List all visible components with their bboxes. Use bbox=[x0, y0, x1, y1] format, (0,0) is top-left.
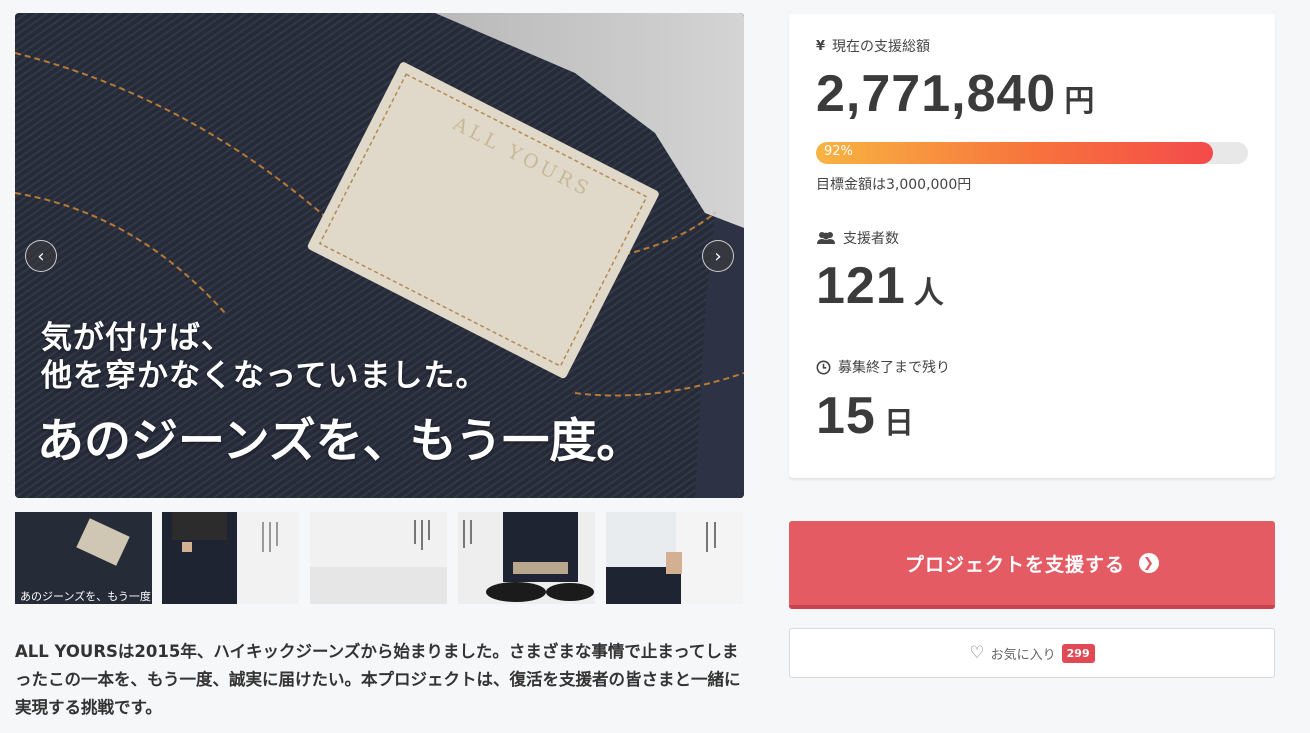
svg-text:あのジーンズを、もう一度: あのジーンズを、もう一度 bbox=[20, 589, 151, 603]
backers-count: 121 人 bbox=[816, 257, 945, 315]
arrow-circle-right-icon: ❯ bbox=[1139, 553, 1159, 573]
chevron-left-icon: ‹ bbox=[37, 245, 45, 267]
hero-line-2: 他を穿かなくなっていました。 bbox=[41, 358, 488, 394]
thumbnail-1[interactable]: あのジーンズを、もう一度 bbox=[15, 512, 152, 604]
users-icon bbox=[817, 232, 835, 244]
thumbnail-3[interactable] bbox=[310, 512, 447, 604]
thumbnail-5[interactable] bbox=[606, 512, 743, 604]
support-project-button[interactable]: プロジェクトを支援する ❯ bbox=[789, 521, 1275, 609]
yen-icon: ¥ bbox=[816, 38, 826, 54]
goal-amount: 目標金額は3,000,000円 bbox=[816, 177, 972, 193]
favorite-count-badge: 299 bbox=[1061, 643, 1095, 663]
chevron-right-icon: › bbox=[714, 245, 722, 267]
prev-image-button[interactable]: ‹ bbox=[25, 240, 57, 272]
thumbnail-strip: あのジーンズを、もう一度 bbox=[15, 512, 744, 604]
total-amount: 2,771,840 円 bbox=[816, 65, 1096, 123]
main-project-image: ALL YOURS 気が付けば、 他を穿かなくなっていました。 あのジーンズを、… bbox=[15, 13, 744, 498]
clock-icon bbox=[816, 360, 831, 374]
progress-fill bbox=[816, 142, 1214, 164]
next-image-button[interactable]: › bbox=[702, 240, 734, 272]
total-label: ¥ 現在の支援総額 bbox=[816, 38, 931, 56]
remaining-label: 募集終了まで残り bbox=[816, 357, 950, 377]
days-remaining: 15 日 bbox=[816, 387, 915, 445]
funding-stats-card: ¥ 現在の支援総額 2,771,840 円 92% 目標金額は3,000,000円… bbox=[789, 14, 1275, 478]
thumbnail-2[interactable] bbox=[162, 512, 299, 604]
project-description: ALL YOURSは2015年、ハイキックジーンズから始まりました。さまざまな事… bbox=[15, 642, 741, 717]
funding-progress-bar: 92% bbox=[816, 142, 1248, 164]
favorite-button[interactable]: ♡ お気に入り 299 bbox=[789, 628, 1275, 678]
backers-label: 支援者数 bbox=[816, 228, 899, 248]
hero-headline: あのジーンズを、もう一度。 bbox=[37, 414, 644, 469]
heart-icon: ♡ bbox=[969, 643, 985, 663]
thumbnail-4[interactable] bbox=[458, 512, 595, 604]
